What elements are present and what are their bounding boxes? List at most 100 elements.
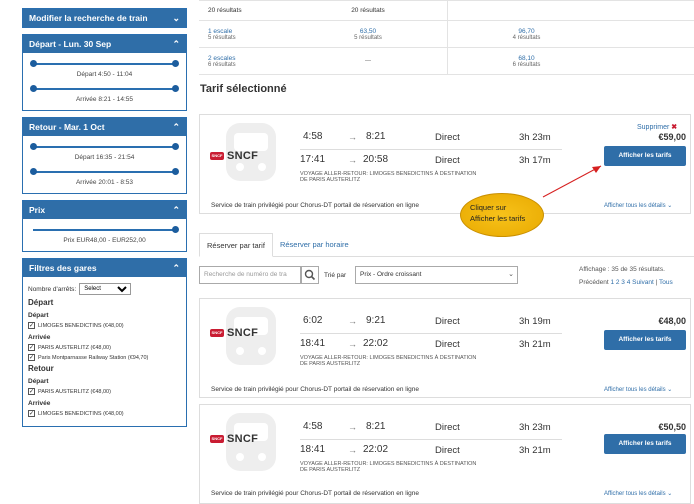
gare-depart-heading: Départ [28, 298, 54, 307]
results-filter-bar: Recherche de numéro de tra Trié par Prix… [199, 264, 694, 286]
duration: 3h 23m [519, 422, 551, 433]
slider-handle-max[interactable] [172, 168, 179, 175]
prix-filter-title: Prix [29, 205, 46, 215]
direct-label: Direct [435, 132, 460, 143]
show-details-link[interactable]: Afficher tous les détails ⌄ [604, 202, 672, 209]
station-label: PARIS AUSTERLITZ (€48,00) [38, 388, 111, 395]
callout-line: Afficher les tarifs [470, 214, 526, 223]
pager-all[interactable]: Tous [659, 279, 673, 286]
gare-retour-depart-sub: Départ [28, 378, 49, 385]
station-checkbox[interactable]: ✓ PARIS AUSTERLITZ (€48,00) [28, 344, 181, 351]
prix-range: Prix EUR48,00 - EUR252,00 [63, 237, 146, 244]
table-cell: 20 résultats [351, 7, 385, 14]
slider-handle-max[interactable] [172, 85, 179, 92]
station-checkbox[interactable]: ✓ LIMOGES BENEDICTINS (€48,00) [28, 322, 181, 329]
station-checkbox[interactable]: ✓ LIMOGES BENEDICTINS (€48,00) [28, 410, 181, 417]
slider-handle-min[interactable] [30, 143, 37, 150]
show-details-link[interactable]: Afficher tous les détails ⌄ [604, 386, 672, 393]
retour-arrivee-slider[interactable] [30, 167, 179, 177]
pager-next[interactable]: Suivant [632, 279, 654, 286]
duration: 3h 19m [519, 316, 551, 327]
slider-handle-min[interactable] [30, 85, 37, 92]
checkbox-checked-icon[interactable]: ✓ [28, 344, 35, 351]
depart-time-range: Départ 4:50 - 11:04 [76, 71, 133, 78]
show-fares-button[interactable]: Afficher les tarifs [604, 434, 686, 454]
arrow-right-icon: → [348, 132, 357, 142]
result-count: 6 résultats [512, 61, 541, 68]
table-row: 2 escales 6 résultats — 68,10 6 résultat… [199, 48, 694, 75]
pager-pages[interactable]: 1 2 3 4 [610, 279, 630, 286]
summary-table: 20 résultats 20 résultats 1 escale 5 rés… [199, 0, 694, 75]
station-label: LIMOGES BENEDICTINS (€48,00) [38, 410, 124, 417]
station-checkbox[interactable]: ✓ Paris Montparnasse Railway Station (€9… [28, 354, 181, 361]
slider-handle-min[interactable] [30, 168, 37, 175]
arrow-right-icon: → [348, 339, 357, 349]
chevron-up-icon[interactable]: ⌃ [172, 259, 180, 277]
departure-time: 18:41 [300, 338, 326, 349]
table-cell: 2 escales 6 résultats [199, 55, 289, 68]
table-cell[interactable]: 68,10 6 résultats [447, 48, 605, 74]
chevron-up-icon[interactable]: ⌃ [172, 118, 180, 136]
arrivee-time-slider[interactable] [30, 84, 179, 94]
tab-by-fare[interactable]: Réserver par tarif [199, 233, 273, 257]
nombre-arrets-select[interactable]: Select [79, 283, 132, 295]
modify-search-panel[interactable]: Modifier la recherche de train ⌄ [22, 8, 187, 28]
slider-handle-max[interactable] [172, 60, 179, 67]
checkbox-checked-icon[interactable]: ✓ [28, 322, 35, 329]
chevron-up-icon[interactable]: ⌃ [172, 201, 180, 219]
depart-filter-title: Départ - Lun. 30 Sep [29, 39, 112, 49]
remove-label: Supprimer [637, 124, 670, 131]
checkbox-checked-icon[interactable]: ✓ [28, 354, 35, 361]
modify-search-header[interactable]: Modifier la recherche de train ⌄ [23, 9, 186, 27]
gare-arrivee-sub: Arrivée [28, 334, 51, 341]
sncf-flag-icon: SNCF [210, 435, 224, 443]
departure-time: 17:41 [300, 154, 326, 165]
search-button[interactable] [301, 266, 319, 284]
depart-time-slider[interactable] [30, 59, 179, 69]
sncf-logo: SNCF SNCF [210, 433, 258, 445]
retour-depart-slider[interactable] [30, 142, 179, 152]
checkbox-checked-icon[interactable]: ✓ [28, 410, 35, 417]
station-checkbox[interactable]: ✓ PARIS AUSTERLITZ (€48,00) [28, 388, 181, 395]
prix-slider[interactable] [30, 225, 179, 235]
slider-handle-max[interactable] [172, 143, 179, 150]
chevron-up-icon[interactable]: ⌃ [172, 35, 180, 53]
close-icon[interactable]: ✖ [671, 124, 677, 131]
table-cell[interactable]: 96,70 4 résultats [447, 21, 605, 47]
table-cell: 20 résultats [208, 7, 242, 14]
table-cell[interactable]: 63,50 5 résultats [289, 28, 447, 41]
slider-handle-max[interactable] [172, 226, 179, 233]
slider-handle-min[interactable] [30, 60, 37, 67]
booking-tabs: Réserver par tarif Réserver par horaire [199, 233, 694, 257]
chevron-down-icon[interactable]: ⌄ [172, 9, 180, 27]
departure-time: 18:41 [300, 444, 326, 455]
result-count: 6 résultats [208, 61, 236, 68]
pager-previous[interactable]: Précédent [579, 279, 609, 286]
remove-link[interactable]: Supprimer ✖ [637, 123, 677, 131]
arrow-right-icon: → [348, 445, 357, 455]
sort-select[interactable]: Prix - Ordre croissant ⌄ [355, 266, 518, 284]
show-fares-button[interactable]: Afficher les tarifs [604, 146, 686, 166]
escale-link[interactable]: 1 escale [208, 28, 289, 35]
price-link[interactable]: 68,10 [448, 55, 605, 62]
callout-line: Cliquer sur [470, 203, 507, 212]
sort-label: Trié par [324, 272, 347, 279]
price-link[interactable]: 96,70 [448, 28, 605, 35]
arrow-right-icon: → [348, 316, 357, 326]
depart-filter-header[interactable]: Départ - Lun. 30 Sep ⌃ [23, 35, 186, 53]
gares-filter-header[interactable]: Filtres des gares ⌃ [23, 259, 186, 277]
price-link[interactable]: 63,50 [289, 28, 447, 35]
station-label: LIMOGES BENEDICTINS (€48,00) [38, 322, 124, 329]
show-details-link[interactable]: Afficher tous les détails ⌄ [604, 490, 672, 497]
show-fares-button[interactable]: Afficher les tarifs [604, 330, 686, 350]
prix-filter-header[interactable]: Prix ⌃ [23, 201, 186, 219]
train-number-search-input[interactable]: Recherche de numéro de tra [199, 266, 301, 284]
escale-link[interactable]: 2 escales [208, 55, 289, 62]
checkbox-checked-icon[interactable]: ✓ [28, 388, 35, 395]
prix-filter-panel: Prix ⌃ Prix EUR48,00 - EUR252,00 [22, 200, 187, 252]
retour-filter-header[interactable]: Retour - Mar. 1 Oct ⌃ [23, 118, 186, 136]
sncf-flag-icon: SNCF [210, 152, 224, 160]
tab-by-time[interactable]: Réserver par horaire [273, 233, 356, 256]
arrow-right-icon: → [348, 155, 357, 165]
table-cell: — [289, 58, 447, 64]
